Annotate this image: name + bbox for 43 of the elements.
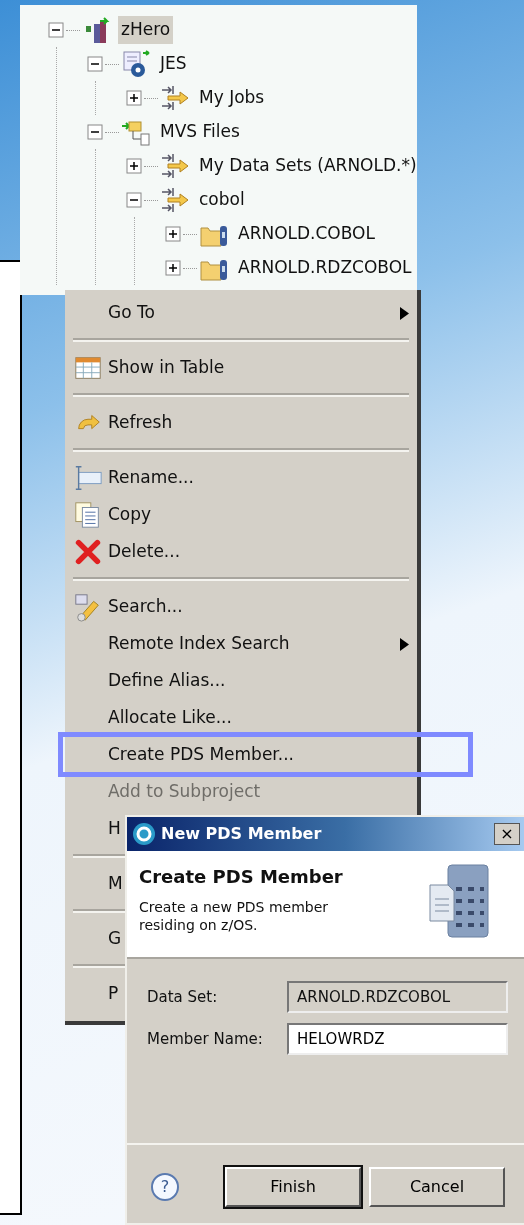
filter-arrow-icon [160,84,190,112]
text-field: ARNOLD.RDZCOBOL [287,981,508,1013]
expand-icon[interactable] [126,90,142,106]
field-label: Member Name: [147,1028,264,1050]
menu-item[interactable]: Define Alias... [65,662,417,699]
tree-item[interactable]: cobol [196,186,248,214]
folder-tree-icon [121,118,151,146]
tree-item[interactable]: My Data Sets (ARNOLD.*) [196,152,420,180]
dialog-button[interactable]: Cancel [369,1167,505,1207]
menu-item[interactable]: Refresh [65,404,417,441]
text-field[interactable]: HELOWRDZ [287,1023,508,1055]
menu-item[interactable]: Allocate Like... [65,699,417,736]
expand-icon[interactable] [126,158,142,174]
dialog-description: Create a new PDS member residing on z/OS. [139,898,330,935]
help-button[interactable]: ? [151,1173,179,1201]
dialog-button[interactable]: Finish [225,1167,361,1207]
field-label: Data Set: [147,986,219,1008]
tree-item[interactable]: zHero [118,16,174,44]
window-title: New PDS Member [161,823,322,845]
tree-item[interactable]: ARNOLD.RDZCOBOL [235,254,415,282]
filter-arrow-icon [160,186,190,214]
menu-item[interactable]: Delete... [65,533,417,570]
menu-item[interactable]: Show in Table [65,349,417,386]
tree-item[interactable]: ARNOLD.COBOL [235,220,378,248]
document-building-icon [428,863,492,939]
app-icon [131,821,157,847]
close-button[interactable]: × [494,823,520,845]
tree-item[interactable]: JES [157,50,190,78]
menu-item[interactable]: Search... [65,588,417,625]
collapse-icon[interactable] [87,124,103,140]
menu-item[interactable]: Remote Index Search [65,625,417,662]
filter-arrow-icon [160,152,190,180]
collapse-icon[interactable] [87,56,103,72]
dialog-heading: Create PDS Member [139,865,344,889]
collapse-icon[interactable] [126,192,142,208]
expand-icon[interactable] [165,226,181,242]
menu-item[interactable]: Rename... [65,459,417,496]
expand-icon[interactable] [165,260,181,276]
tree-item[interactable]: MVS Files [157,118,243,146]
menu-item[interactable]: Copy [65,496,417,533]
menu-item[interactable]: Go To [65,294,417,331]
tree-item[interactable]: My Jobs [196,84,268,112]
collapse-icon[interactable] [48,22,64,38]
